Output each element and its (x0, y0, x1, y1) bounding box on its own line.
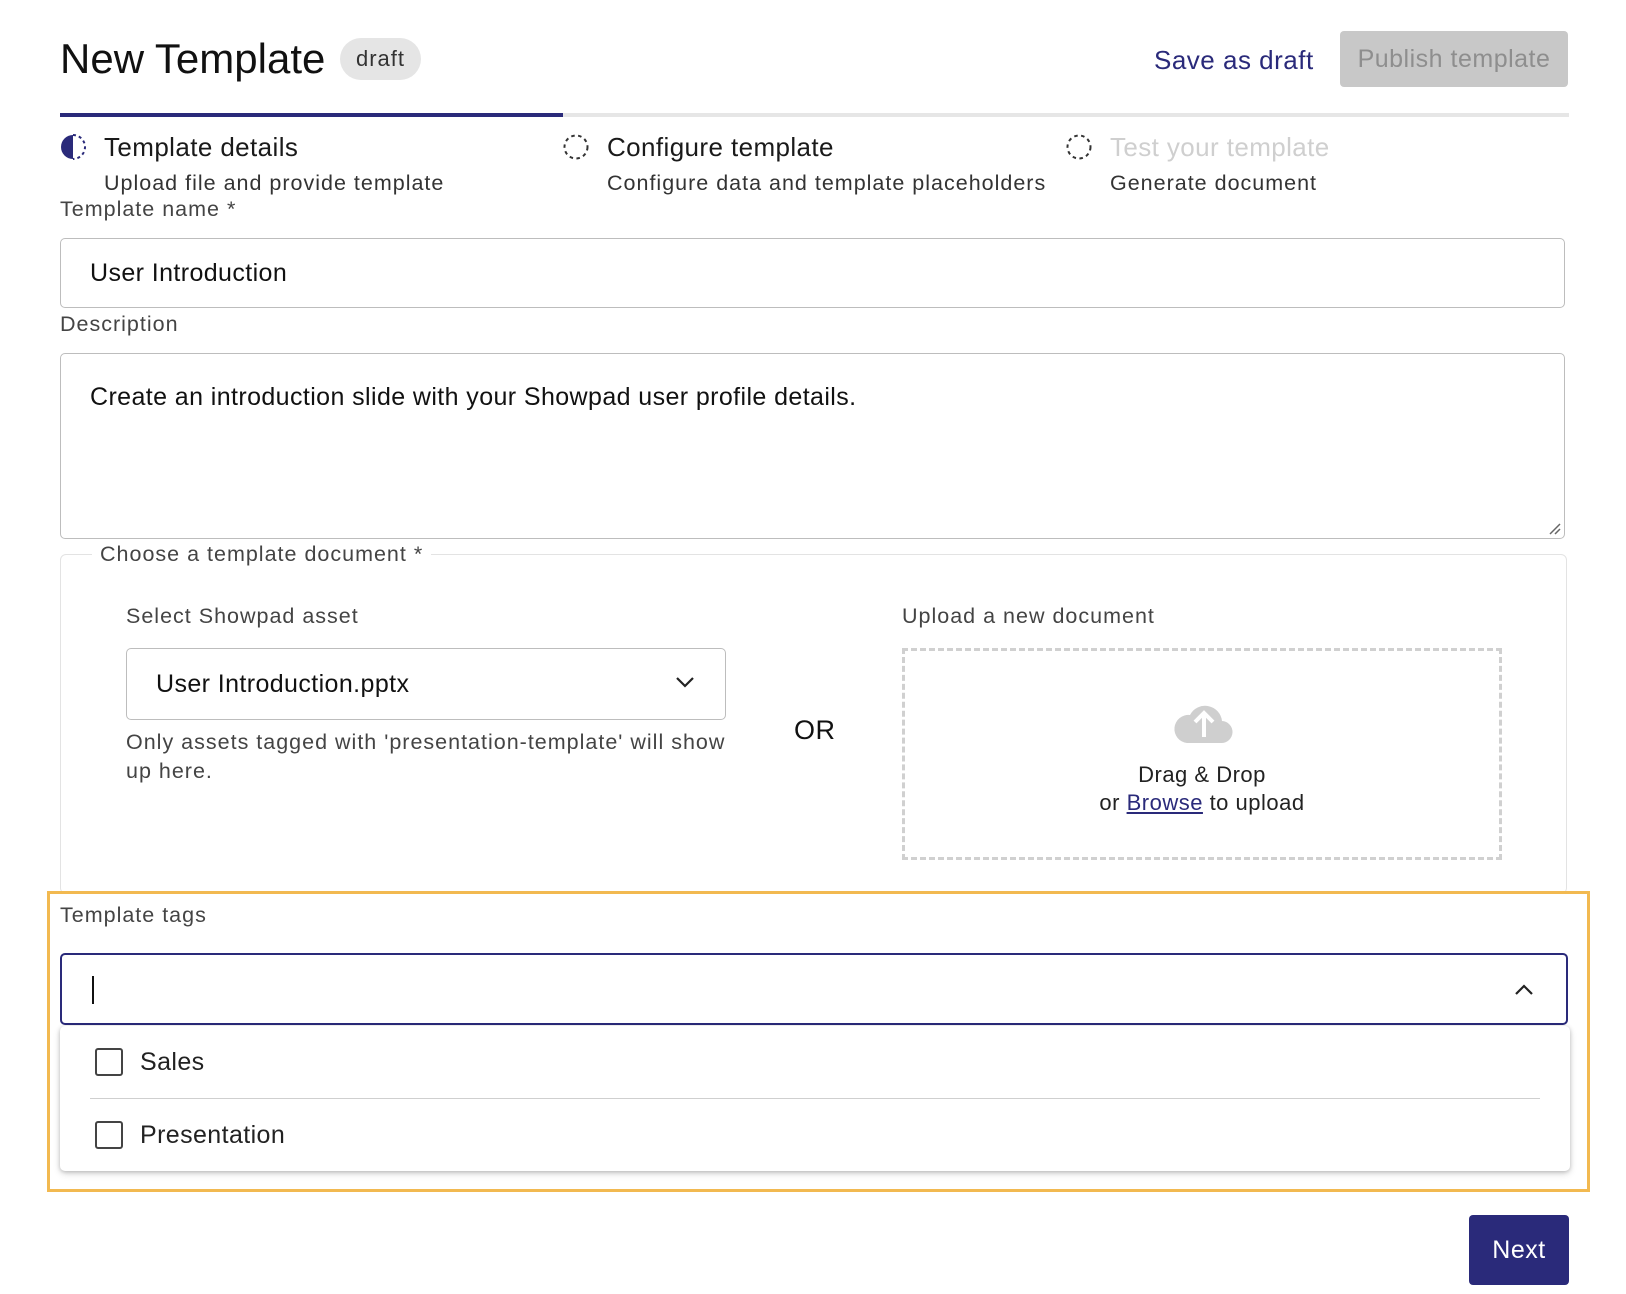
dashed-circle-icon (563, 134, 589, 160)
browse-link[interactable]: Browse (1127, 790, 1203, 815)
tag-option-sales[interactable]: Sales (60, 1026, 1570, 1098)
chevron-up-icon[interactable] (1514, 983, 1534, 997)
template-name-input[interactable]: User Introduction (60, 238, 1565, 308)
drag-drop-text: Drag & Drop (1138, 762, 1266, 787)
tag-option-presentation[interactable]: Presentation (60, 1099, 1570, 1171)
status-badge: draft (340, 38, 422, 80)
browse-line: or Browse to upload (905, 789, 1499, 817)
cloud-upload-icon (1174, 705, 1233, 744)
step-name: Test your template (1110, 132, 1330, 162)
or-prefix: or (1099, 790, 1120, 815)
step-subtitle: Configure data and template placeholders (607, 171, 1047, 195)
or-separator: OR (794, 715, 836, 745)
description-text: Create an introduction slide with your S… (90, 383, 857, 411)
resize-handle-icon[interactable] (1547, 521, 1561, 535)
upload-document-label: Upload a new document (902, 604, 1155, 628)
template-name-label: Template name * (60, 197, 237, 221)
half-circle-progress-icon (61, 134, 86, 160)
checkbox-icon[interactable] (95, 1121, 123, 1149)
tag-option-label: Sales (140, 1048, 205, 1076)
upload-suffix: to upload (1209, 790, 1305, 815)
upload-dropzone[interactable]: Drag & Drop or Browse to upload (902, 648, 1502, 860)
page-title: New Template (60, 35, 326, 82)
dashed-circle-icon (1066, 134, 1092, 160)
stepper-progress (60, 113, 563, 117)
publish-template-button[interactable]: Publish template (1340, 31, 1568, 87)
template-tags-label: Template tags (60, 903, 207, 927)
template-document-legend: Choose a template document * (92, 539, 432, 569)
description-label: Description (60, 312, 179, 336)
next-button[interactable]: Next (1469, 1215, 1569, 1285)
select-asset-label: Select Showpad asset (126, 604, 359, 628)
step-subtitle: Generate document (1110, 171, 1318, 195)
step-name: Configure template (607, 132, 834, 162)
selected-asset-value: User Introduction.pptx (156, 670, 410, 698)
description-textarea[interactable]: Create an introduction slide with your S… (60, 353, 1565, 539)
step-name: Template details (104, 132, 299, 162)
text-caret (92, 976, 94, 1004)
showpad-asset-select[interactable]: User Introduction.pptx (126, 648, 726, 720)
checkbox-icon[interactable] (95, 1048, 123, 1076)
template-tags-input[interactable] (60, 953, 1568, 1025)
save-as-draft-button[interactable]: Save as draft (1140, 38, 1328, 82)
asset-hint: Only assets tagged with 'presentation-te… (126, 730, 726, 783)
tag-option-label: Presentation (140, 1121, 286, 1149)
chevron-down-icon (676, 677, 694, 688)
tags-dropdown-menu: Sales Presentation (60, 1026, 1570, 1171)
